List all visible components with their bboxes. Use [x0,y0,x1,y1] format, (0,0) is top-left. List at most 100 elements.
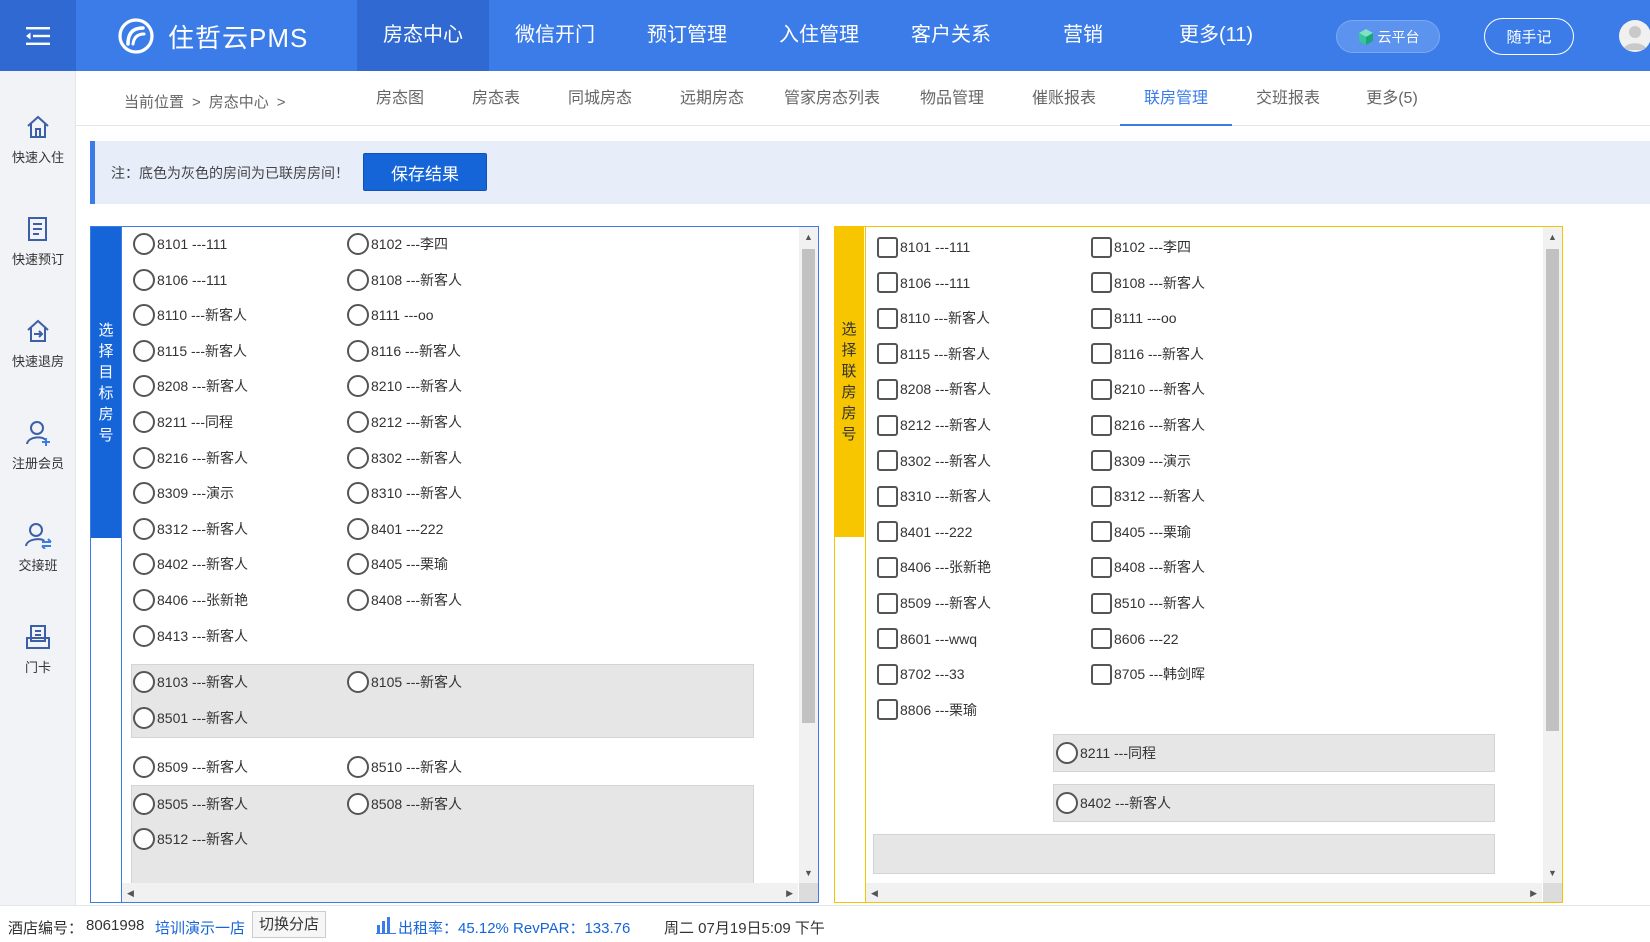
radio-button[interactable] [347,268,369,291]
room-checkbox-item[interactable]: 8406 ---张新艳 [877,554,991,580]
checkbox[interactable] [1091,414,1112,436]
room-radio-item[interactable]: 8208 ---新客人 [133,373,248,399]
room-radio-item[interactable]: 8501 ---新客人 [133,705,248,731]
checkbox[interactable] [877,307,898,329]
room-checkbox-item[interactable]: 8111 ---oo [1091,305,1177,331]
radio-button[interactable] [133,756,155,778]
room-radio-item[interactable]: 8108 ---新客人 [347,267,462,293]
checkbox[interactable] [877,628,898,650]
sidebar-item-door-card[interactable]: 门卡 [0,623,76,703]
subtab-1[interactable]: 房态表 [448,71,544,126]
radio-button[interactable] [133,553,155,576]
sidebar-item-quick-booking[interactable]: 快速预订 [0,215,76,295]
room-checkbox-item[interactable]: 8806 ---栗瑜 [877,697,977,723]
scrollbar-thumb[interactable] [1546,249,1559,731]
checkbox[interactable] [1091,663,1112,685]
room-checkbox-item[interactable]: 8408 ---新客人 [1091,554,1205,580]
room-radio-item[interactable]: 8408 ---新客人 [347,587,462,613]
room-checkbox-item[interactable]: 8309 ---演示 [1091,448,1191,474]
room-radio-item[interactable]: 8212 ---新客人 [347,409,462,435]
radio-button[interactable] [133,304,155,327]
room-radio-item[interactable]: 8402 ---新客人 [1056,790,1171,816]
quick-note-button[interactable]: 随手记 [1484,18,1574,55]
room-radio-item[interactable]: 8111 ---oo [347,302,434,328]
room-checkbox-item[interactable]: 8102 ---李四 [1091,234,1191,260]
radio-button[interactable] [347,482,369,505]
room-checkbox-item[interactable]: 8509 ---新客人 [877,590,991,616]
room-radio-item[interactable]: 8406 ---张新艳 [133,587,248,613]
radio-button[interactable] [133,624,155,647]
room-checkbox-item[interactable]: 8310 ---新客人 [877,483,991,509]
room-checkbox-item[interactable]: 8101 ---111 [877,234,970,260]
scroll-left-icon[interactable]: ◀ [127,888,134,898]
nav-item-1[interactable]: 微信开门 [489,0,621,71]
save-result-button[interactable]: 保存结果 [363,153,487,191]
room-radio-item[interactable]: 8505 ---新客人 [133,791,248,817]
room-radio-item[interactable]: 8309 ---演示 [133,480,234,506]
scrollbar-thumb[interactable] [802,249,815,723]
room-radio-item[interactable]: 8211 ---同程 [1056,740,1156,766]
room-checkbox-item[interactable]: 8405 ---栗瑜 [1091,519,1191,545]
horizontal-scrollbar[interactable]: ◀ ▶ [866,883,1542,902]
checkbox[interactable] [877,450,898,472]
subtab-9[interactable]: 更多(5) [1344,71,1440,126]
scroll-left-icon[interactable]: ◀ [871,888,878,898]
nav-item-6[interactable]: 更多(11) [1149,0,1283,71]
room-radio-item[interactable]: 8211 ---同程 [133,409,233,435]
room-radio-item[interactable]: 8210 ---新客人 [347,373,462,399]
radio-button[interactable] [347,553,369,576]
scroll-down-icon[interactable]: ▼ [804,868,813,878]
checkbox[interactable] [1091,272,1112,294]
room-checkbox-item[interactable]: 8705 ---韩剑晖 [1091,661,1205,687]
radio-button[interactable] [347,411,369,433]
nav-item-2[interactable]: 预订管理 [621,0,753,71]
radio-button[interactable] [133,375,155,398]
room-checkbox-item[interactable]: 8510 ---新客人 [1091,590,1205,616]
checkbox[interactable] [1091,485,1112,507]
checkbox[interactable] [1091,556,1112,578]
checkbox[interactable] [1091,450,1112,472]
checkbox[interactable] [877,592,898,614]
radio-button[interactable] [133,268,155,291]
room-radio-item[interactable]: 8106 ---111 [133,267,227,293]
room-checkbox-item[interactable]: 8312 ---新客人 [1091,483,1205,509]
scroll-down-icon[interactable]: ▼ [1548,868,1557,878]
checkbox[interactable] [877,378,898,400]
room-radio-item[interactable]: 8101 ---111 [133,231,227,257]
radio-button[interactable] [347,756,369,778]
radio-button[interactable] [1056,742,1078,764]
radio-button[interactable] [347,233,369,255]
room-radio-item[interactable]: 8102 ---李四 [347,231,448,257]
checkbox[interactable] [877,699,898,721]
radio-button[interactable] [133,671,155,693]
room-radio-item[interactable]: 8105 ---新客人 [347,669,462,695]
checkbox[interactable] [877,414,898,436]
checkbox[interactable] [877,343,898,365]
room-radio-item[interactable]: 8115 ---新客人 [133,338,247,364]
room-radio-item[interactable]: 8510 ---新客人 [347,754,462,780]
checkbox[interactable] [877,485,898,507]
checkbox[interactable] [877,521,898,543]
radio-button[interactable] [133,339,155,362]
room-radio-item[interactable]: 8312 ---新客人 [133,516,248,542]
room-checkbox-item[interactable]: 8601 ---wwq [877,626,977,652]
checkbox[interactable] [1091,592,1112,614]
room-radio-item[interactable]: 8103 ---新客人 [133,669,248,695]
subtab-7[interactable]: 联房管理 [1120,71,1232,126]
sidebar-item-quick-checkout[interactable]: 快速退房 [0,317,76,397]
radio-button[interactable] [133,589,155,611]
vertical-scrollbar[interactable]: ▲ ▼ [799,227,818,883]
checkbox[interactable] [1091,236,1112,258]
menu-toggle-button[interactable] [0,0,76,71]
room-radio-item[interactable]: 8401 ---222 [347,516,443,542]
horizontal-scrollbar[interactable]: ◀ ▶ [122,883,798,902]
checkbox[interactable] [877,236,898,258]
cloud-platform-button[interactable]: 云平台 [1336,20,1440,53]
radio-button[interactable] [347,793,369,815]
brand-logo[interactable]: 住哲云PMS [118,18,308,54]
breadcrumb-current[interactable]: 房态中心 [209,94,269,111]
room-radio-item[interactable]: 8509 ---新客人 [133,754,248,780]
checkbox[interactable] [877,556,898,578]
room-checkbox-item[interactable]: 8216 ---新客人 [1091,412,1205,438]
radio-button[interactable] [347,589,369,611]
